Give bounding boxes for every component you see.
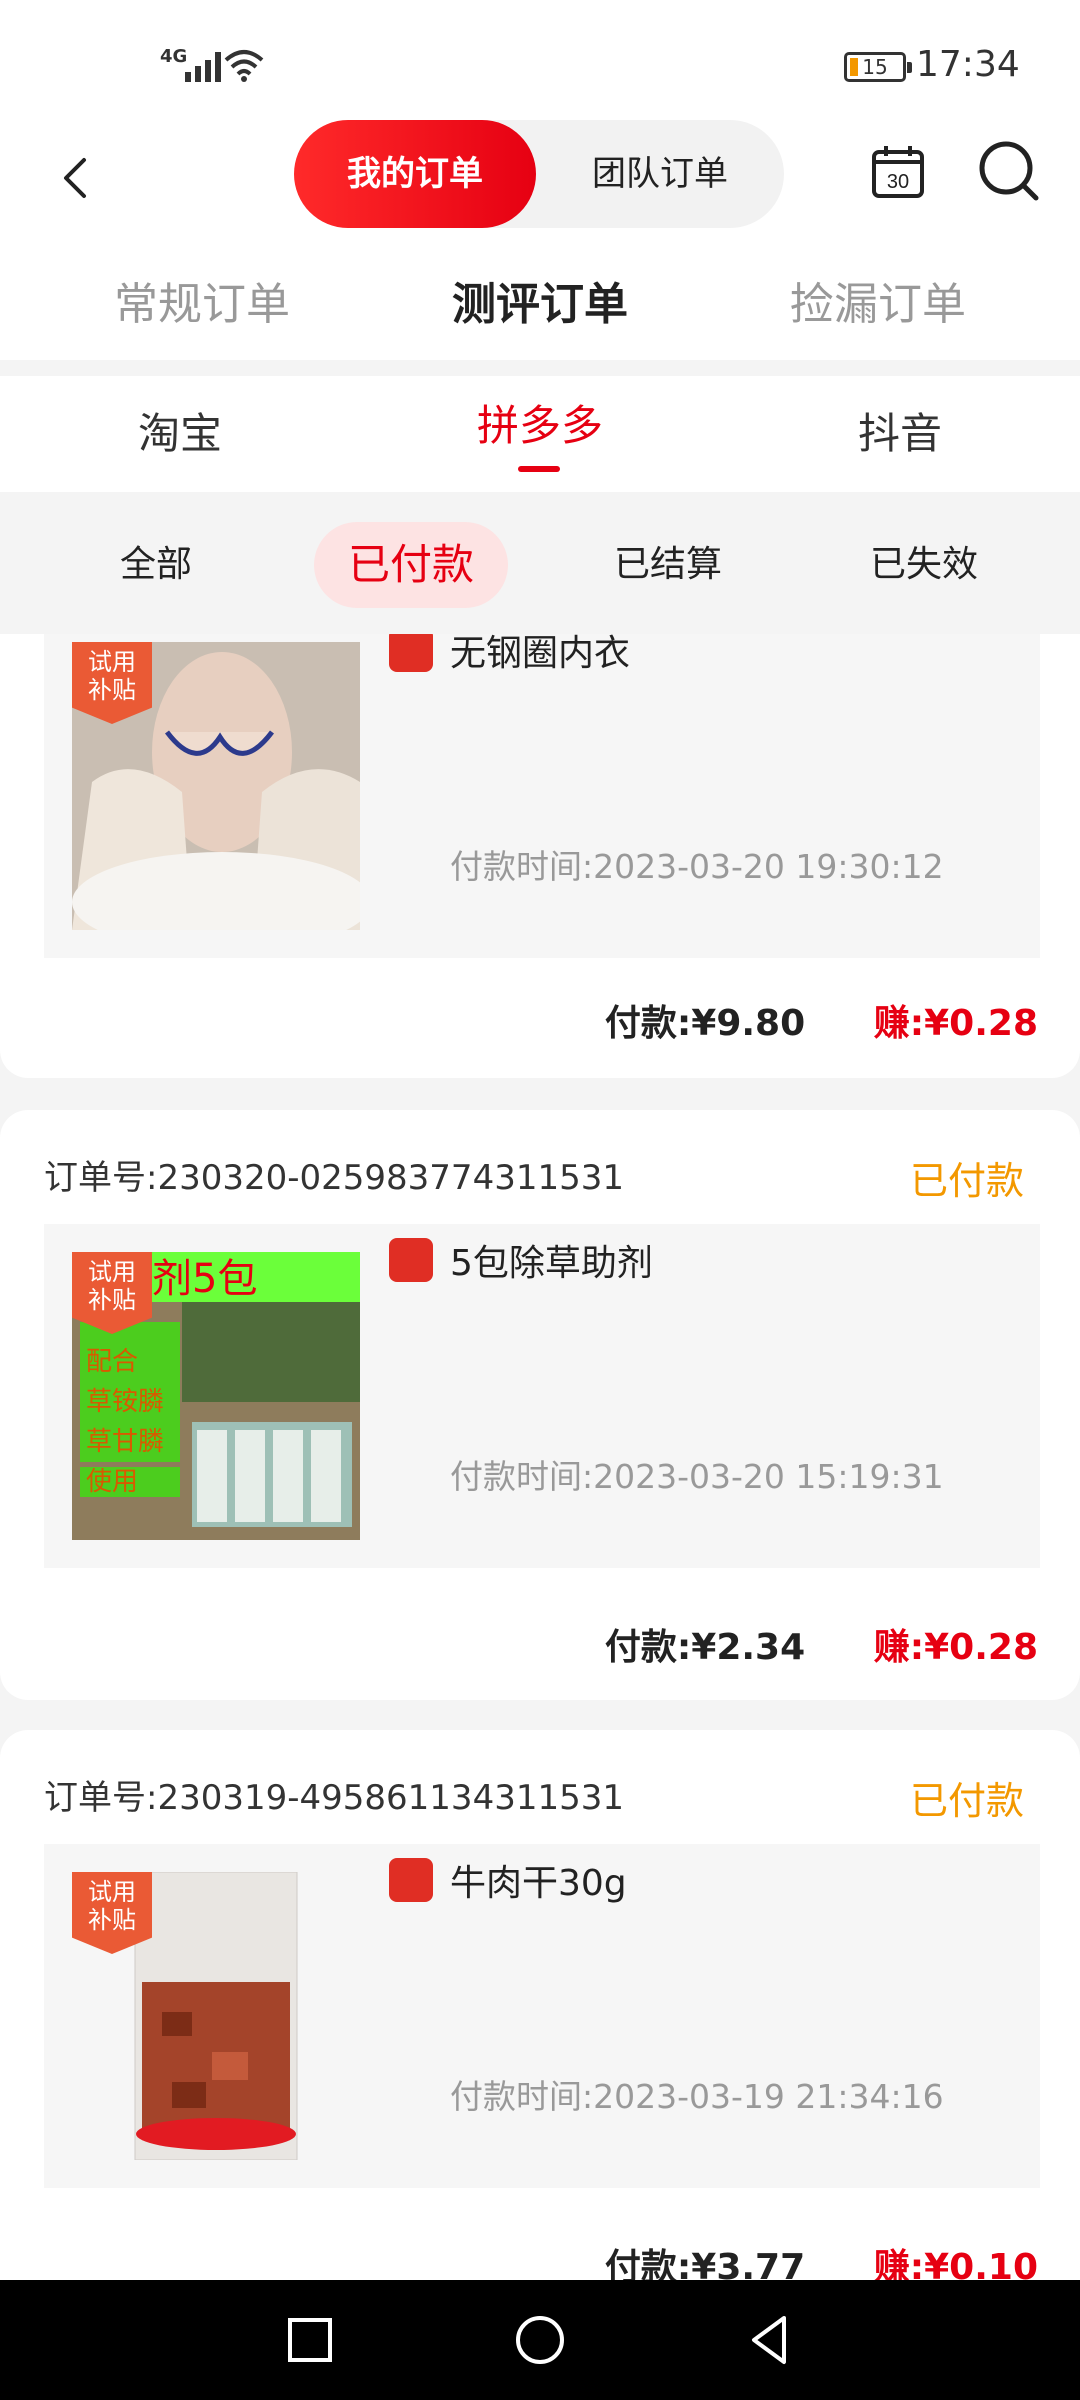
pinduoduo-logo-icon (389, 1858, 433, 1902)
order-scope-switch: 我的订单 团队订单 (294, 120, 784, 228)
thumb-text-line: 草甘膦 (86, 1427, 164, 1457)
calendar-icon[interactable]: 30 (870, 144, 926, 200)
product-title: 无钢圈内衣 (450, 634, 631, 674)
status-bar: 4G 15 17:34 (0, 0, 1080, 120)
product-thumbnail: 试用 补贴 (72, 642, 360, 930)
filter-all[interactable]: 全部 (56, 522, 256, 608)
thumb-text-line: 使用 (86, 1467, 138, 1497)
trial-subsidy-badge: 试用 补贴 (72, 1252, 152, 1334)
product-box[interactable]: 剂5包 配合 草铵膦 草甘膦 使用 试用 补贴 5包除草助剂 付款时间:2023-… (44, 1224, 1040, 1568)
network-type: 4G (160, 46, 188, 67)
earned-amount: 赚:¥0.10 (873, 2247, 1038, 2280)
order-summary: 付款:¥2.34 赚:¥0.28 (605, 1618, 1038, 1670)
product-thumbnail: 试用 补贴 (72, 1872, 360, 2160)
pinduoduo-logo-icon (389, 1238, 433, 1282)
order-card[interactable]: 订单号:230319-495861134311531 已付款 试用 补贴 牛肉干3… (0, 1730, 1080, 2280)
payment-time: 付款时间:2023-03-20 15:19:31 (450, 1457, 944, 1496)
tab-douyin[interactable]: 抖音 (750, 376, 1050, 492)
home-circle-icon[interactable] (510, 2310, 570, 2370)
back-arrow-icon[interactable] (46, 148, 106, 208)
search-icon[interactable] (978, 140, 1042, 204)
back-triangle-icon[interactable] (740, 2310, 800, 2370)
order-status: 已付款 (909, 1779, 1024, 1823)
order-status: 已付款 (909, 1159, 1024, 1203)
tab-taobao[interactable]: 淘宝 (30, 376, 330, 492)
paid-amount: 付款:¥9.80 (604, 1003, 806, 1044)
tab-team-orders[interactable]: 团队订单 (536, 120, 784, 228)
order-list[interactable]: 试用 补贴 无钢圈内衣 付款时间:2023-03-20 19:30:12 付款:¥… (0, 634, 1080, 2280)
filter-invalid[interactable]: 已失效 (824, 522, 1024, 608)
platform-tabs: 淘宝 拼多多 抖音 (0, 376, 1080, 492)
thumb-text-line: 配合 (86, 1347, 138, 1377)
paid-amount: 付款:¥3.77 (604, 2247, 806, 2280)
tab-my-orders[interactable]: 我的订单 (294, 120, 536, 228)
order-number: 订单号:230320-025983774311531 (44, 1158, 624, 1198)
status-filter-tabs: 全部 已付款 已结算 已失效 (0, 492, 1080, 634)
product-box[interactable]: 试用 补贴 牛肉干30g 付款时间:2023-03-19 21:34:16 (44, 1844, 1040, 2188)
thumb-text-line: 剂5包 (152, 1256, 257, 1302)
order-card[interactable]: 订单号:230320-025983774311531 已付款 剂5包 配合 草铵… (0, 1110, 1080, 1700)
recents-square-icon[interactable] (280, 2310, 340, 2370)
active-tab-indicator (518, 466, 560, 472)
order-number: 订单号:230319-495861134311531 (44, 1778, 624, 1818)
order-summary: 付款:¥3.77 赚:¥0.10 (605, 2238, 1038, 2280)
tab-review-orders[interactable]: 测评订单 (390, 250, 690, 360)
system-nav-bar (0, 2280, 1080, 2400)
calendar-day: 30 (887, 171, 909, 193)
earned-amount: 赚:¥0.28 (873, 1627, 1038, 1668)
trial-subsidy-badge: 试用 补贴 (72, 642, 152, 724)
tab-pinduoduo[interactable]: 拼多多 (390, 376, 690, 492)
payment-time: 付款时间:2023-03-19 21:34:16 (450, 2077, 944, 2116)
order-card[interactable]: 试用 补贴 无钢圈内衣 付款时间:2023-03-20 19:30:12 付款:¥… (0, 634, 1080, 1078)
battery-level: 15 (862, 55, 888, 79)
product-title: 5包除草助剂 (450, 1243, 653, 1284)
filter-settled[interactable]: 已结算 (568, 522, 768, 608)
top-header: 我的订单 团队订单 30 (0, 120, 1080, 250)
order-summary: 付款:¥9.80 赚:¥0.28 (605, 994, 1038, 1046)
battery-icon: 15 (844, 52, 912, 82)
tab-regular-orders[interactable]: 常规订单 (52, 250, 352, 360)
earned-amount: 赚:¥0.28 (873, 1003, 1038, 1044)
order-type-tabs: 常规订单 测评订单 捡漏订单 (0, 250, 1080, 360)
filter-paid[interactable]: 已付款 (314, 522, 508, 608)
clock: 17:34 (916, 44, 1020, 85)
signal-icon (185, 46, 221, 82)
payment-time: 付款时间:2023-03-20 19:30:12 (450, 847, 944, 886)
pinduoduo-logo-icon (389, 634, 433, 672)
paid-amount: 付款:¥2.34 (604, 1627, 806, 1668)
trial-subsidy-badge: 试用 补贴 (72, 1872, 152, 1954)
thumb-text-line: 草铵膦 (86, 1387, 164, 1417)
product-box[interactable]: 试用 补贴 无钢圈内衣 付款时间:2023-03-20 19:30:12 (44, 634, 1040, 958)
tab-bargain-orders[interactable]: 捡漏订单 (728, 250, 1028, 360)
product-thumbnail: 剂5包 配合 草铵膦 草甘膦 使用 试用 补贴 (72, 1252, 360, 1540)
product-title: 牛肉干30g (450, 1863, 627, 1904)
wifi-icon (224, 50, 264, 82)
